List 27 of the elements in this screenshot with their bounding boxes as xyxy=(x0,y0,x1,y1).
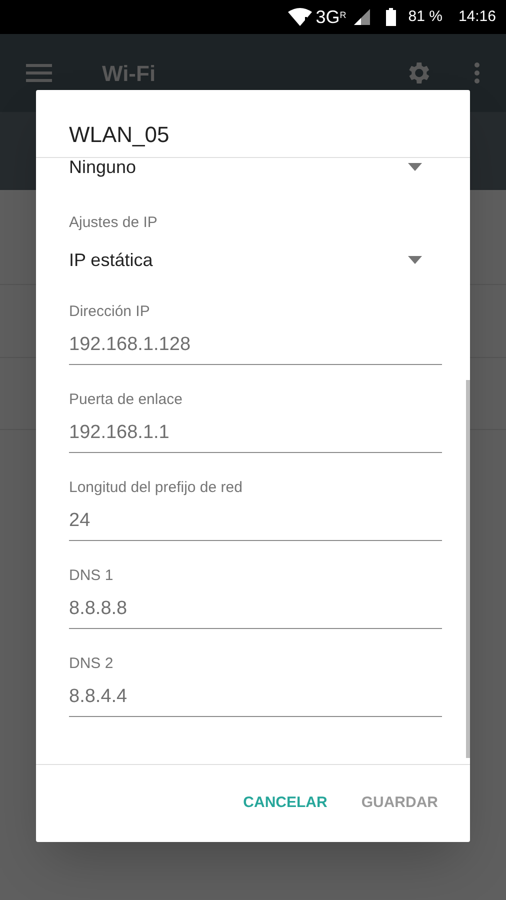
clock: 14:16 xyxy=(458,6,496,27)
battery-icon xyxy=(386,8,396,26)
network-type: 3G$^{R}$ xyxy=(316,6,346,28)
caret-icon xyxy=(408,163,422,171)
field-label: Longitud del prefijo de red xyxy=(69,478,244,498)
app-title: Wi-Fi xyxy=(102,60,156,88)
input-field[interactable]: 24 xyxy=(69,507,442,540)
battery-level: 81 % xyxy=(408,6,442,27)
wifi-icon xyxy=(288,8,312,26)
scrollbar[interactable] xyxy=(466,380,470,758)
dropdown[interactable]: Ninguno xyxy=(69,158,442,176)
field-label: DNS 1 xyxy=(69,566,114,586)
signal-icon xyxy=(354,9,370,25)
field-label: Puerta de enlace xyxy=(69,390,184,410)
input-field[interactable]: 192.168.1.128 xyxy=(69,331,442,364)
input-field[interactable]: 192.168.1.1 xyxy=(69,419,442,452)
field-label: DNS 2 xyxy=(69,654,114,674)
field-label: Ajustes de IP xyxy=(69,213,158,233)
dropdown[interactable]: IP estática xyxy=(69,250,442,268)
menu-icon[interactable] xyxy=(26,64,52,82)
input-field[interactable]: 8.8.8.8 xyxy=(69,595,442,628)
more-icon[interactable] xyxy=(474,62,480,84)
dialog-button[interactable]: CANCELAR xyxy=(243,792,328,815)
field-label: Dirección IP xyxy=(69,302,151,322)
input-field[interactable]: 8.8.4.4 xyxy=(69,683,442,716)
dialog-title: WLAN_05 xyxy=(69,122,170,147)
caret-icon xyxy=(408,256,422,264)
